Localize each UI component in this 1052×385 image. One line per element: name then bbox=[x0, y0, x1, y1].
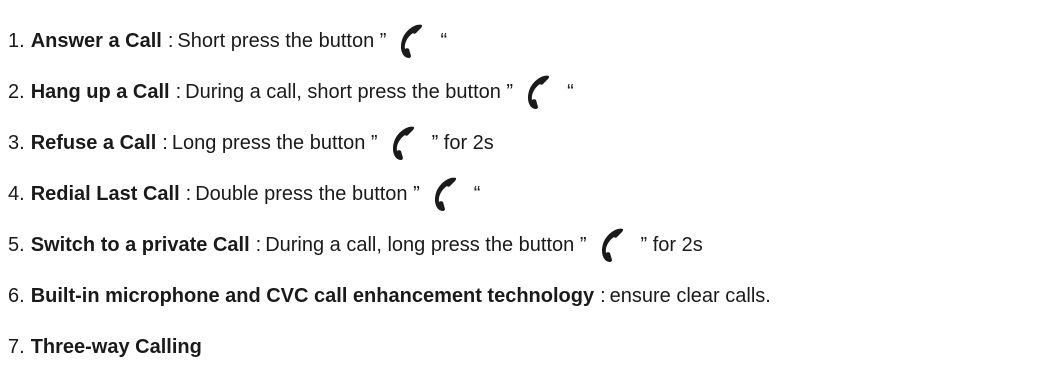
item-description-end: ” for 2s bbox=[431, 132, 494, 154]
item-description: During a call, long press the button ” bbox=[265, 234, 587, 256]
item-number: 7. bbox=[8, 336, 25, 358]
item-description: Double press the button ” bbox=[195, 183, 420, 205]
phone-handset-icon bbox=[523, 73, 557, 111]
item-description-end: “ bbox=[567, 81, 574, 103]
item-separator: : bbox=[162, 132, 168, 154]
list-item-hang-up-call: 2. Hang up a Call : During a call, short… bbox=[8, 73, 574, 111]
item-title: Refuse a Call bbox=[30, 132, 157, 154]
list-item-microphone-cvc: 6. Built-in microphone and CVC call enha… bbox=[8, 277, 771, 315]
list-item-answer-call: 1. Answer a Call : Short press the butto… bbox=[8, 22, 447, 60]
list-item-refuse-call: 3. Refuse a Call : Long press the button… bbox=[8, 124, 494, 162]
item-number: 6. bbox=[8, 285, 25, 307]
phone-handset-icon bbox=[597, 226, 631, 264]
item-separator: : bbox=[175, 81, 182, 103]
item-number: 4. bbox=[8, 183, 25, 205]
item-description-end: “ bbox=[473, 183, 481, 205]
item-title: Three-way Calling bbox=[30, 336, 202, 358]
item-description: Long press the button ” bbox=[171, 132, 378, 154]
item-title: Switch to a private Call bbox=[30, 234, 250, 256]
item-title: Redial Last Call bbox=[30, 183, 180, 205]
phone-handset-icon bbox=[396, 22, 430, 60]
item-title: Answer a Call bbox=[30, 30, 162, 52]
item-description-end: “ bbox=[440, 30, 448, 52]
list-item-three-way-calling: 7. Three-way Calling bbox=[8, 328, 202, 366]
item-title: Built-in microphone and CVC call enhance… bbox=[30, 285, 595, 307]
item-number: 5. bbox=[8, 234, 25, 256]
phone-handset-icon bbox=[388, 124, 422, 162]
item-number: 3. bbox=[8, 132, 25, 154]
item-number: 1. bbox=[8, 30, 25, 52]
list-item-switch-private-call: 5. Switch to a private Call : During a c… bbox=[8, 226, 703, 264]
item-title: Hang up a Call bbox=[30, 81, 170, 103]
item-description: Short press the button ” bbox=[177, 30, 387, 52]
list-item-redial-last-call: 4. Redial Last Call : Double press the b… bbox=[8, 175, 480, 213]
phone-handset-icon bbox=[430, 175, 464, 213]
item-separator: : bbox=[185, 183, 192, 205]
item-separator: : bbox=[600, 285, 606, 307]
item-separator: : bbox=[255, 234, 262, 256]
item-description-end: ” for 2s bbox=[640, 234, 703, 256]
item-description: ensure clear calls. bbox=[609, 285, 771, 307]
call-functions-list: 1. Answer a Call : Short press the butto… bbox=[0, 0, 1052, 385]
item-number: 2. bbox=[8, 81, 25, 103]
item-separator: : bbox=[167, 30, 174, 52]
item-description: During a call, short press the button ” bbox=[185, 81, 514, 103]
